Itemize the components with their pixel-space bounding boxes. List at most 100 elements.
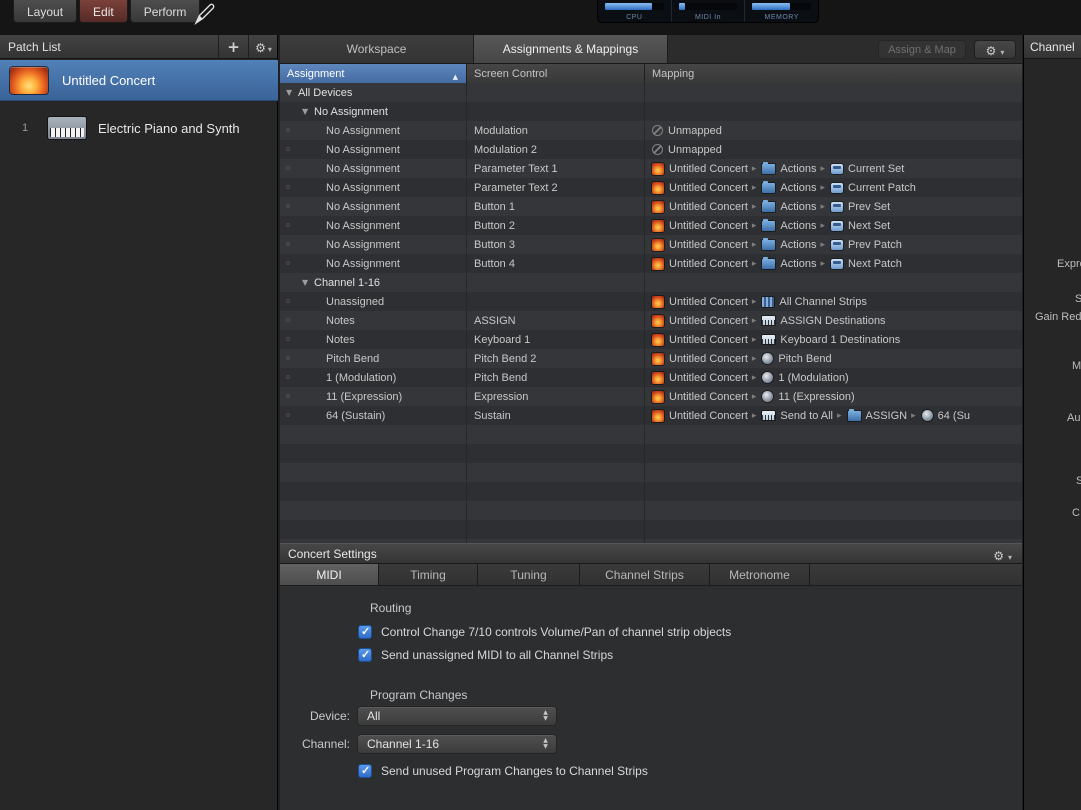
concert-name: Untitled Concert xyxy=(62,72,156,88)
channel-strip-label-fragment: M xyxy=(1072,360,1081,372)
assignment-cell: 11 (Expression) xyxy=(280,387,467,406)
column-header-screen-control[interactable]: Screen Control xyxy=(467,64,645,83)
table-row[interactable]: 1 (Modulation) Pitch Bend Untitled Concert… xyxy=(280,368,1022,387)
mapping-arrow-icon xyxy=(820,240,825,250)
table-row[interactable]: No Assignment Modulation 2 Unmapped xyxy=(280,140,1022,159)
patch-list-action-menu-button[interactable] xyxy=(248,35,278,58)
screen-control-cell: Keyboard 1 xyxy=(467,330,645,349)
table-row[interactable]: No Assignment Button 1 Untitled Concert Act… xyxy=(280,197,1022,216)
row-indicator-icon xyxy=(286,299,290,303)
cc7-10-checkbox[interactable] xyxy=(358,625,372,639)
screen-control-cell xyxy=(467,273,645,292)
disclosure-triangle-icon[interactable] xyxy=(302,107,314,116)
tab-timing[interactable]: Timing xyxy=(379,564,478,585)
table-row[interactable]: Notes ASSIGN Untitled Concert ASSIGN Destin… xyxy=(280,311,1022,330)
table-row[interactable]: Unassigned Untitled Concert All Channel St… xyxy=(280,292,1022,311)
tab-workspace[interactable]: Workspace xyxy=(280,35,474,63)
mapping-arrow-icon xyxy=(820,183,825,193)
mapping-arrow-icon xyxy=(820,202,825,212)
assignment-label: No Assignment xyxy=(326,238,400,251)
mapping-label: Untitled Concert xyxy=(669,352,748,365)
sort-ascending-icon xyxy=(453,69,458,82)
table-row[interactable]: No Assignment Parameter Text 1 Untitled Co… xyxy=(280,159,1022,178)
channel-popup[interactable]: Channel 1-16 xyxy=(357,734,557,754)
device-popup-value: All xyxy=(367,709,381,723)
screen-control-label: Expression xyxy=(474,390,529,403)
screen-icon xyxy=(831,239,844,250)
screen-control-label: Modulation 2 xyxy=(474,143,537,156)
assignments-action-menu-button[interactable] xyxy=(974,40,1016,59)
concert-icon xyxy=(652,409,664,422)
table-row[interactable]: 11 (Expression) Expression Untitled Concer… xyxy=(280,387,1022,406)
screen-control-cell xyxy=(467,501,645,520)
perform-mode-button[interactable]: Perform xyxy=(129,0,201,23)
table-row[interactable]: No Assignment Button 3 Untitled Concert Act… xyxy=(280,235,1022,254)
mapping-label: Untitled Concert xyxy=(669,257,748,270)
assignment-cell: No Assignment xyxy=(280,178,467,197)
screen-control-cell: Parameter Text 1 xyxy=(467,159,645,178)
memory-meter: MEMORY xyxy=(745,0,818,22)
table-row[interactable]: No Assignment Parameter Text 2 Untitled Co… xyxy=(280,178,1022,197)
tab-midi[interactable]: MIDI xyxy=(280,564,379,585)
mapping-label: Untitled Concert xyxy=(669,162,748,175)
table-row[interactable]: No Assignment Button 4 Untitled Concert Act… xyxy=(280,254,1022,273)
screen-control-label: Button 4 xyxy=(474,257,515,270)
device-popup[interactable]: All xyxy=(357,706,557,726)
patch-list-item[interactable]: 1 Electric Piano and Synth xyxy=(0,101,278,155)
tab-channel-strips[interactable]: Channel Strips xyxy=(580,564,710,585)
tab-metronome[interactable]: Metronome xyxy=(710,564,810,585)
mapping-cell xyxy=(645,83,1022,102)
screen-control-label: Button 3 xyxy=(474,238,515,251)
table-row[interactable]: Channel 1-16 xyxy=(280,273,1022,292)
cpu-meter-label: CPU xyxy=(626,14,643,21)
mapping-label: Actions xyxy=(780,257,817,270)
concert-list-item[interactable]: Untitled Concert xyxy=(0,60,278,101)
edit-mode-button[interactable]: Edit xyxy=(79,0,128,23)
popup-stepper-icon xyxy=(538,709,553,723)
mapping-arrow-icon xyxy=(752,297,757,307)
table-row[interactable]: No Assignment Modulation Unmapped xyxy=(280,121,1022,140)
cpu-meter: CPU xyxy=(598,0,672,22)
table-row[interactable]: Notes Keyboard 1 Untitled Concert Keyboard … xyxy=(280,330,1022,349)
screen-control-cell: Button 2 xyxy=(467,216,645,235)
column-header-mapping[interactable]: Mapping xyxy=(645,64,1022,83)
patch-number: 1 xyxy=(21,122,29,134)
send-unassigned-checkbox[interactable] xyxy=(358,648,372,662)
table-row[interactable]: All Devices xyxy=(280,83,1022,102)
mapping-arrow-icon xyxy=(752,259,757,269)
table-row[interactable]: Pitch Bend Pitch Bend 2 Untitled Concert Pi… xyxy=(280,349,1022,368)
concert-settings-action-menu-button[interactable] xyxy=(993,546,1012,562)
concert-icon xyxy=(652,314,664,327)
mapping-label: Unmapped xyxy=(668,143,722,156)
mapping-cell xyxy=(645,444,1022,463)
table-empty-row xyxy=(280,444,1022,463)
mapping-cell: Untitled Concert Actions Prev Set xyxy=(645,197,1022,216)
send-unused-checkbox[interactable] xyxy=(358,764,372,778)
mapping-label: Prev Patch xyxy=(848,238,902,251)
strips-icon xyxy=(762,296,775,307)
channel-strip-panel: Channel Expre S Gain Red M Au S C xyxy=(1023,35,1081,810)
assign-map-button[interactable]: Assign & Map xyxy=(878,40,966,59)
chevron-down-icon xyxy=(1000,40,1004,59)
mapping-label: All Channel Strips xyxy=(779,295,867,308)
row-indicator-icon xyxy=(286,261,290,265)
assignment-cell: Pitch Bend xyxy=(280,349,467,368)
table-row[interactable]: No Assignment Button 2 Untitled Concert Act… xyxy=(280,216,1022,235)
mapping-cell xyxy=(645,425,1022,444)
send-unused-checkbox-label: Send unused Program Changes to Channel S… xyxy=(381,764,648,778)
assignment-label: Notes xyxy=(326,314,355,327)
table-row[interactable]: No Assignment xyxy=(280,102,1022,121)
column-header-assignment[interactable]: Assignment xyxy=(280,64,467,83)
tab-tuning[interactable]: Tuning xyxy=(478,564,580,585)
assignment-cell: 64 (Sustain) xyxy=(280,406,467,425)
tab-assignments-mappings[interactable]: Assignments & Mappings xyxy=(474,35,668,63)
disclosure-triangle-icon[interactable] xyxy=(302,278,314,287)
table-row[interactable]: 64 (Sustain) Sustain Untitled Concert Send … xyxy=(280,406,1022,425)
add-patch-button[interactable] xyxy=(218,35,248,58)
pencil-icon[interactable] xyxy=(193,1,217,25)
table-empty-row xyxy=(280,501,1022,520)
disclosure-triangle-icon[interactable] xyxy=(286,88,298,97)
mapping-cell: Untitled Concert Actions Current Patch xyxy=(645,178,1022,197)
layout-mode-button[interactable]: Layout xyxy=(13,0,78,23)
assignments-table-body: All Devices No Assignment No Assignment Mod… xyxy=(280,83,1022,543)
